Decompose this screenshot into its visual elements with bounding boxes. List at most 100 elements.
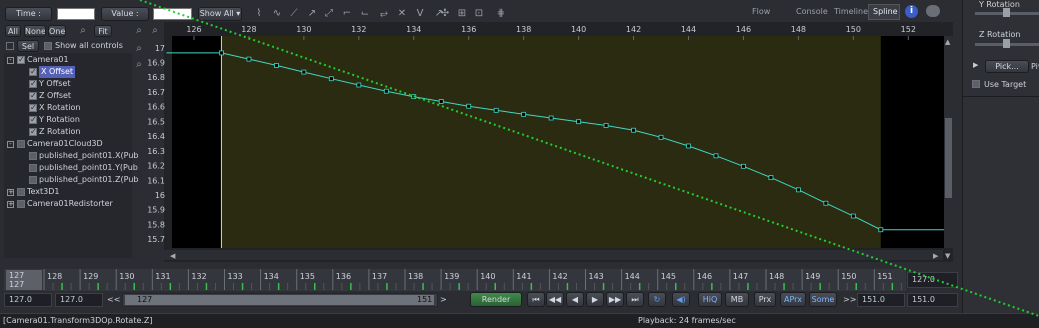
zoom-icon[interactable]: ⊡ xyxy=(472,7,486,21)
tree-checkbox[interactable] xyxy=(29,66,37,78)
tree-label[interactable]: Z Rotation xyxy=(39,126,80,138)
time-ruler[interactable]: 127 127 128 129 130 131 132 133 134 135 136 137 13… xyxy=(4,269,906,291)
tree-label[interactable]: X Offset xyxy=(39,66,76,78)
play-icon[interactable]: ▶ xyxy=(586,292,604,307)
mb-button[interactable]: MB xyxy=(725,292,749,307)
range-right-arrows[interactable]: > xyxy=(440,295,447,304)
spline-editor[interactable]: 126 128 130 132 134 136 138 140 142 144 146 148 150 1… xyxy=(147,22,953,262)
tree-checkbox[interactable] xyxy=(29,126,37,138)
aprx-button[interactable]: APrx xyxy=(780,292,806,307)
step-icon[interactable]: ⌐ xyxy=(340,7,354,21)
render-button[interactable]: Render xyxy=(470,292,522,307)
sel-button[interactable]: Sel xyxy=(17,40,39,52)
tab-timeline[interactable]: Timeline xyxy=(834,7,868,16)
tree-checkbox[interactable] xyxy=(29,152,37,160)
tree-row[interactable]: - Camera01 xyxy=(4,54,132,66)
tree-checkbox[interactable] xyxy=(17,200,25,208)
tree-checkbox[interactable] xyxy=(29,102,37,114)
tree-label[interactable]: published_point01.Z(Pub xyxy=(39,174,138,186)
tab-spline[interactable]: Spline xyxy=(873,7,898,16)
tree-label[interactable]: Text3D1 xyxy=(27,186,60,198)
tree-checkbox[interactable] xyxy=(29,78,37,90)
zoom-y-in-icon[interactable]: ⌕ xyxy=(132,42,146,56)
tree-row[interactable]: Z Rotation xyxy=(4,126,132,138)
prx-button[interactable]: Prx xyxy=(754,292,776,307)
render-end-field[interactable]: 151.0 xyxy=(857,293,905,307)
step-in-icon[interactable]: ⌙ xyxy=(358,7,372,21)
tab-console[interactable]: Console xyxy=(796,7,828,16)
tab-flow[interactable]: Flow xyxy=(752,7,770,16)
curve-tree[interactable]: - Camera01X OffsetY OffsetZ OffsetX Rotat… xyxy=(4,53,138,258)
show-all-dropdown[interactable]: Show All ▾ xyxy=(198,7,242,21)
ease-icon[interactable]: ↗ xyxy=(305,7,319,21)
ping-pong-icon[interactable]: ✕ xyxy=(395,7,409,21)
zoom-in-icon[interactable]: ⌕ xyxy=(132,24,146,38)
audio-icon[interactable]: ◀) xyxy=(672,292,690,307)
z-rotation-slider-handle[interactable] xyxy=(1003,39,1010,48)
fit-icon[interactable]: ⊞ xyxy=(455,7,469,21)
tree-checkbox[interactable] xyxy=(29,90,37,102)
range-slider[interactable]: 127 151 xyxy=(122,293,438,307)
global-start-field[interactable]: 127.0 xyxy=(4,293,52,307)
tree-checkbox[interactable] xyxy=(17,188,25,196)
hiq-button[interactable]: HiQ xyxy=(698,292,722,307)
spline-icon[interactable]: ⌇ xyxy=(252,7,266,21)
add-key-icon[interactable]: ✣ xyxy=(438,7,452,21)
fit-button[interactable]: Fit xyxy=(94,25,112,37)
tree-label[interactable]: published_point01.X(Pub xyxy=(39,150,138,162)
value-label-button[interactable]: Value : xyxy=(101,7,149,21)
tree-label[interactable]: X Rotation xyxy=(39,102,80,114)
tree-checkbox[interactable] xyxy=(29,164,37,172)
y-rotation-slider-handle[interactable] xyxy=(1003,8,1010,17)
show-all-controls-checkbox[interactable] xyxy=(44,42,52,50)
tree-row[interactable]: Z Offset xyxy=(4,90,132,102)
collapse-arrow-icon[interactable]: ▶ xyxy=(973,61,978,69)
tree-checkbox[interactable] xyxy=(29,176,37,184)
end-time-field[interactable]: 127.0 xyxy=(907,272,958,288)
expand-icon[interactable]: + xyxy=(7,189,14,196)
reverse-icon[interactable]: ⤢ xyxy=(322,7,336,21)
tree-row[interactable]: + Camera01Redistorter xyxy=(4,198,132,210)
tree-row[interactable]: + Text3D1 xyxy=(4,186,132,198)
tree-row[interactable]: Y Offset xyxy=(4,78,132,90)
play-reverse-icon[interactable]: ◀ xyxy=(566,292,584,307)
tree-row[interactable]: X Rotation xyxy=(4,102,132,114)
range-left-arrows[interactable]: << xyxy=(107,295,120,304)
range-slider-handle[interactable] xyxy=(125,295,434,305)
tree-label[interactable]: Y Rotation xyxy=(39,114,80,126)
pick-button[interactable]: Pick... xyxy=(985,60,1029,73)
all-button[interactable]: All xyxy=(5,25,21,37)
tree-expand-all-icon[interactable] xyxy=(6,42,14,50)
render-start-field[interactable]: 127.0 xyxy=(55,293,103,307)
tree-label[interactable]: Camera01Cloud3D xyxy=(27,138,103,150)
go-to-end-icon[interactable]: ⏭ xyxy=(626,292,644,307)
tree-checkbox[interactable] xyxy=(29,114,37,126)
smooth-icon[interactable]: ∿ xyxy=(270,7,284,21)
expand-icon[interactable]: + xyxy=(7,201,14,208)
time-label-button[interactable]: Time : xyxy=(5,7,52,21)
loop-icon[interactable]: ↻ xyxy=(648,292,666,307)
snap-icon[interactable]: ⋕ xyxy=(494,7,508,21)
tree-row[interactable]: published_point01.Z(Pub xyxy=(4,174,138,186)
none-button[interactable]: None xyxy=(24,25,46,37)
go-to-start-icon[interactable]: ⏮ xyxy=(527,292,545,307)
collapse-icon[interactable]: - xyxy=(7,57,14,64)
v-shape-icon[interactable]: V xyxy=(413,7,427,21)
tree-row[interactable]: published_point01.Y(Pub xyxy=(4,162,138,174)
tree-row[interactable]: X Offset xyxy=(4,66,132,78)
time-field[interactable] xyxy=(57,8,95,20)
tree-row[interactable]: Y Rotation xyxy=(4,114,132,126)
tree-label[interactable]: Y Offset xyxy=(39,78,70,90)
collapse-icon[interactable]: - xyxy=(7,141,14,148)
use-target-checkbox[interactable] xyxy=(972,80,980,88)
tree-row[interactable]: published_point01.X(Pub xyxy=(4,150,138,162)
zoom-tree-icon[interactable]: ⌕ xyxy=(76,24,90,38)
chat-icon[interactable] xyxy=(926,5,940,17)
tree-label[interactable]: Camera01 xyxy=(27,54,69,66)
step-forward-icon[interactable]: ▶▶ xyxy=(606,292,624,307)
tree-label[interactable]: published_point01.Y(Pub xyxy=(39,162,138,174)
tree-checkbox[interactable] xyxy=(17,54,25,66)
spline-graph[interactable]: 126 128 130 132 134 136 138 140 142 144 146 148 150 1… xyxy=(147,22,953,262)
global-end-field[interactable]: 151.0 xyxy=(907,293,958,307)
tree-checkbox[interactable] xyxy=(17,140,25,148)
